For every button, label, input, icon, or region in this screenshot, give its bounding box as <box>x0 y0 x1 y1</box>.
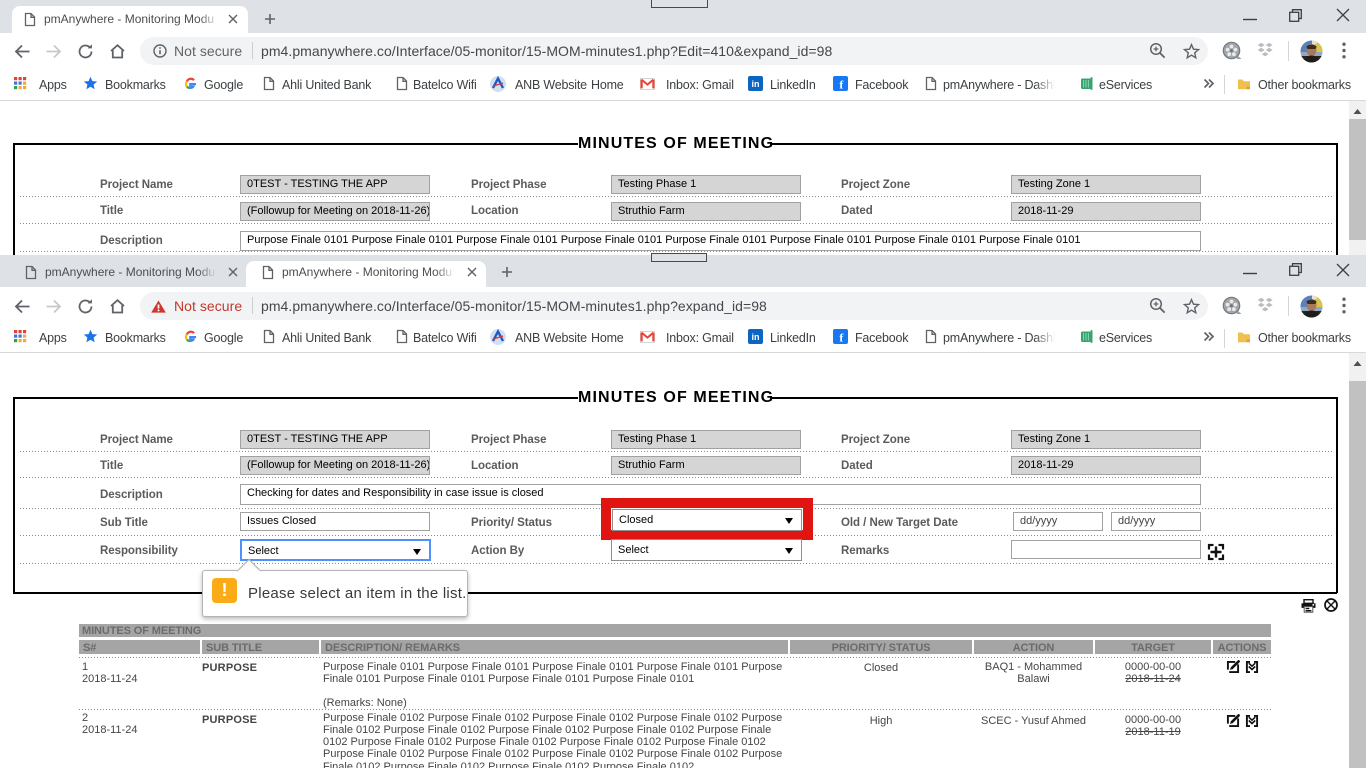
svg-text:in: in <box>752 332 760 342</box>
svg-text:in: in <box>752 79 760 89</box>
